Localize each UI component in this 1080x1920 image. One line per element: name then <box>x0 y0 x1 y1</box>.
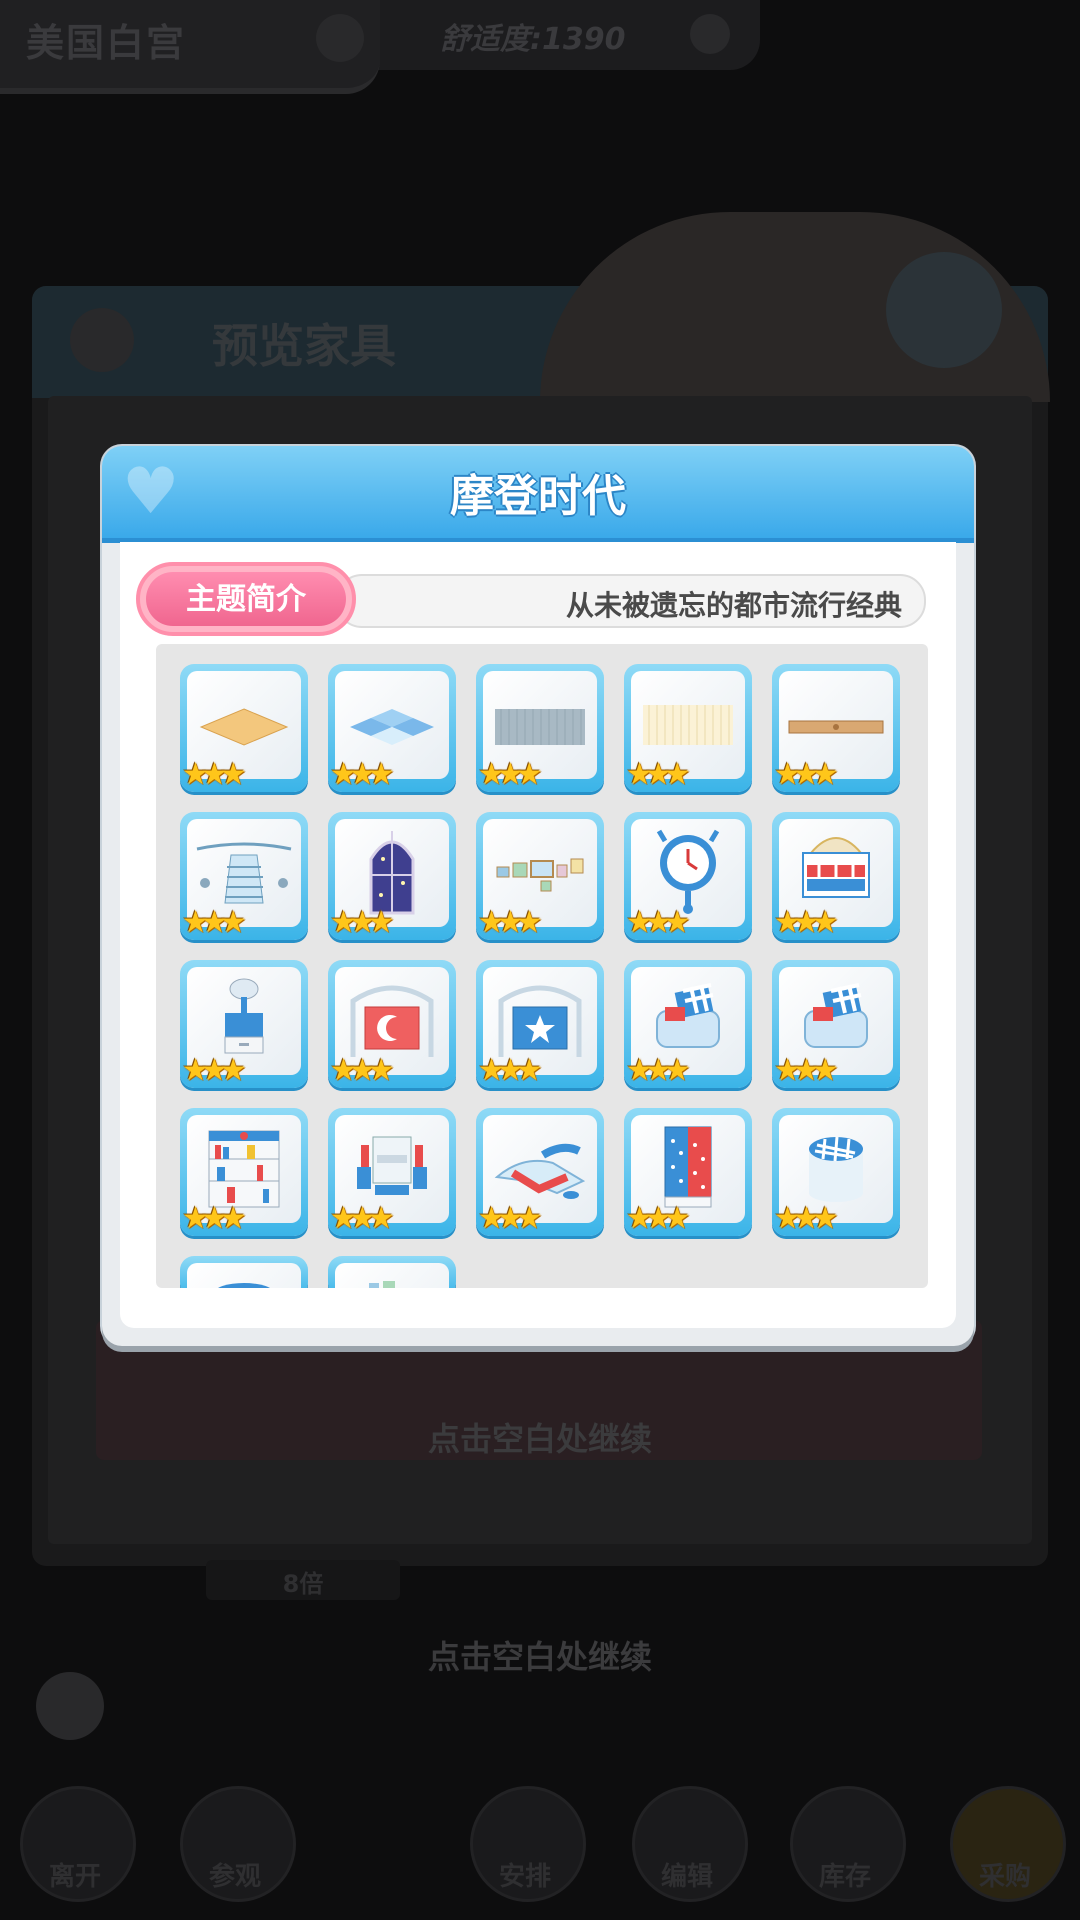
furniture-tile[interactable]: ★★★ <box>476 812 604 940</box>
furniture-tile[interactable]: ★★★ <box>328 960 456 1088</box>
furniture-tile[interactable]: ★★★ <box>476 960 604 1088</box>
rating-stars: ★★★ <box>182 905 247 940</box>
furniture-tile[interactable] <box>180 1256 308 1288</box>
zoom-icon <box>70 308 134 372</box>
theme-intro-button[interactable]: 主题简介 <box>136 562 356 636</box>
rating-stars: ★★★ <box>478 1201 543 1236</box>
rating-stars: ★★★ <box>626 905 691 940</box>
rating-stars: ★★★ <box>330 905 395 940</box>
theme-intro-label: 主题简介 <box>186 582 306 617</box>
rating-stars: ★★★ <box>774 757 839 792</box>
furniture-tile[interactable]: ★★★ <box>180 1108 308 1236</box>
furniture-tile[interactable]: ★★★ <box>624 664 752 792</box>
rating-stars: ★★★ <box>330 1053 395 1088</box>
dialog-header: ♥ 摩登时代 <box>102 446 974 543</box>
rating-stars: ★★★ <box>774 1053 839 1088</box>
arrange-label: 安排 <box>498 1862 551 1892</box>
edit-label: 编辑 <box>660 1862 713 1892</box>
furniture-tile[interactable] <box>328 1256 456 1288</box>
furniture-tile[interactable]: ★★★ <box>772 664 900 792</box>
partial-item-1-icon <box>218 1283 270 1288</box>
rating-stars: ★★★ <box>626 1053 691 1088</box>
eye-icon[interactable] <box>36 1672 104 1740</box>
furniture-tile[interactable]: ★★★ <box>328 812 456 940</box>
furniture-tile[interactable]: ★★★ <box>476 664 604 792</box>
furniture-tile[interactable]: ★★★ <box>476 1108 604 1236</box>
inner-continue-hint: 点击空白处继续 <box>427 1420 652 1458</box>
location-label: 美国白宫 <box>26 21 187 65</box>
rating-stars: ★★★ <box>626 757 691 792</box>
rating-stars: ★★★ <box>330 757 395 792</box>
rating-stars: ★★★ <box>182 757 247 792</box>
info-icon <box>690 14 730 54</box>
rating-stars: ★★★ <box>478 1053 543 1088</box>
preview-panel-title: 预览家具 <box>212 319 396 373</box>
furniture-tile[interactable]: ★★★ <box>772 812 900 940</box>
globe-icon <box>316 14 364 62</box>
comfort-label: 舒适度:1390 <box>440 22 626 57</box>
furniture-grid-area[interactable]: ★★★ ★★★ ★★★ ★★★ ★★★ ★★★ ★★★ ★★★ ★★★ ★★★ … <box>156 644 928 1288</box>
rating-stars: ★★★ <box>626 1201 691 1236</box>
rating-stars: ★★★ <box>774 905 839 940</box>
rating-stars: ★★★ <box>182 1201 247 1236</box>
dialog-body: 从未被遗忘的都市流行经典 主题简介 ★★★ ★★★ ★★★ ★★★ ★★★ ★★… <box>120 542 956 1328</box>
visit-label: 参观 <box>208 1862 261 1892</box>
storage-label: 库存 <box>818 1862 871 1892</box>
furniture-grid: ★★★ ★★★ ★★★ ★★★ ★★★ ★★★ ★★★ ★★★ ★★★ ★★★ … <box>180 664 900 1288</box>
furniture-tile[interactable]: ★★★ <box>624 960 752 1088</box>
theme-description-bar: 从未被遗忘的都市流行经典 <box>336 574 926 628</box>
partial-item-2-icon <box>369 1281 395 1288</box>
furniture-tile[interactable]: ★★★ <box>180 664 308 792</box>
rating-stars: ★★★ <box>330 1201 395 1236</box>
theme-dialog: ♥ 摩登时代 从未被遗忘的都市流行经典 主题简介 ★★★ ★★★ ★★★ ★★★… <box>102 446 974 1346</box>
badge-label: 8倍 <box>282 1570 324 1598</box>
purchase-label: 采购 <box>978 1862 1031 1892</box>
furniture-tile[interactable]: ★★★ <box>624 1108 752 1236</box>
rating-stars: ★★★ <box>478 757 543 792</box>
outer-continue-hint: 点击空白处继续 <box>427 1638 652 1676</box>
furniture-tile[interactable]: ★★★ <box>180 812 308 940</box>
furniture-tile[interactable]: ★★★ <box>772 1108 900 1236</box>
furniture-tile[interactable]: ★★★ <box>772 960 900 1088</box>
furniture-tile[interactable]: ★★★ <box>328 1108 456 1236</box>
furniture-tile[interactable]: ★★★ <box>180 960 308 1088</box>
rating-stars: ★★★ <box>182 1053 247 1088</box>
theme-description: 从未被遗忘的都市流行经典 <box>565 589 902 622</box>
furniture-tile[interactable]: ★★★ <box>624 812 752 940</box>
top-bar: 美国白宫 舒适度:1390 <box>0 0 760 94</box>
theme-intro-row: 从未被遗忘的都市流行经典 主题简介 <box>136 562 940 642</box>
furniture-tile[interactable]: ★★★ <box>328 664 456 792</box>
rating-stars: ★★★ <box>774 1201 839 1236</box>
badge: 8倍 <box>206 1560 400 1600</box>
rating-stars: ★★★ <box>478 905 543 940</box>
magnifier-icon <box>886 252 1002 368</box>
leave-label: 离开 <box>48 1862 101 1892</box>
dialog-title: 摩登时代 <box>450 471 626 522</box>
